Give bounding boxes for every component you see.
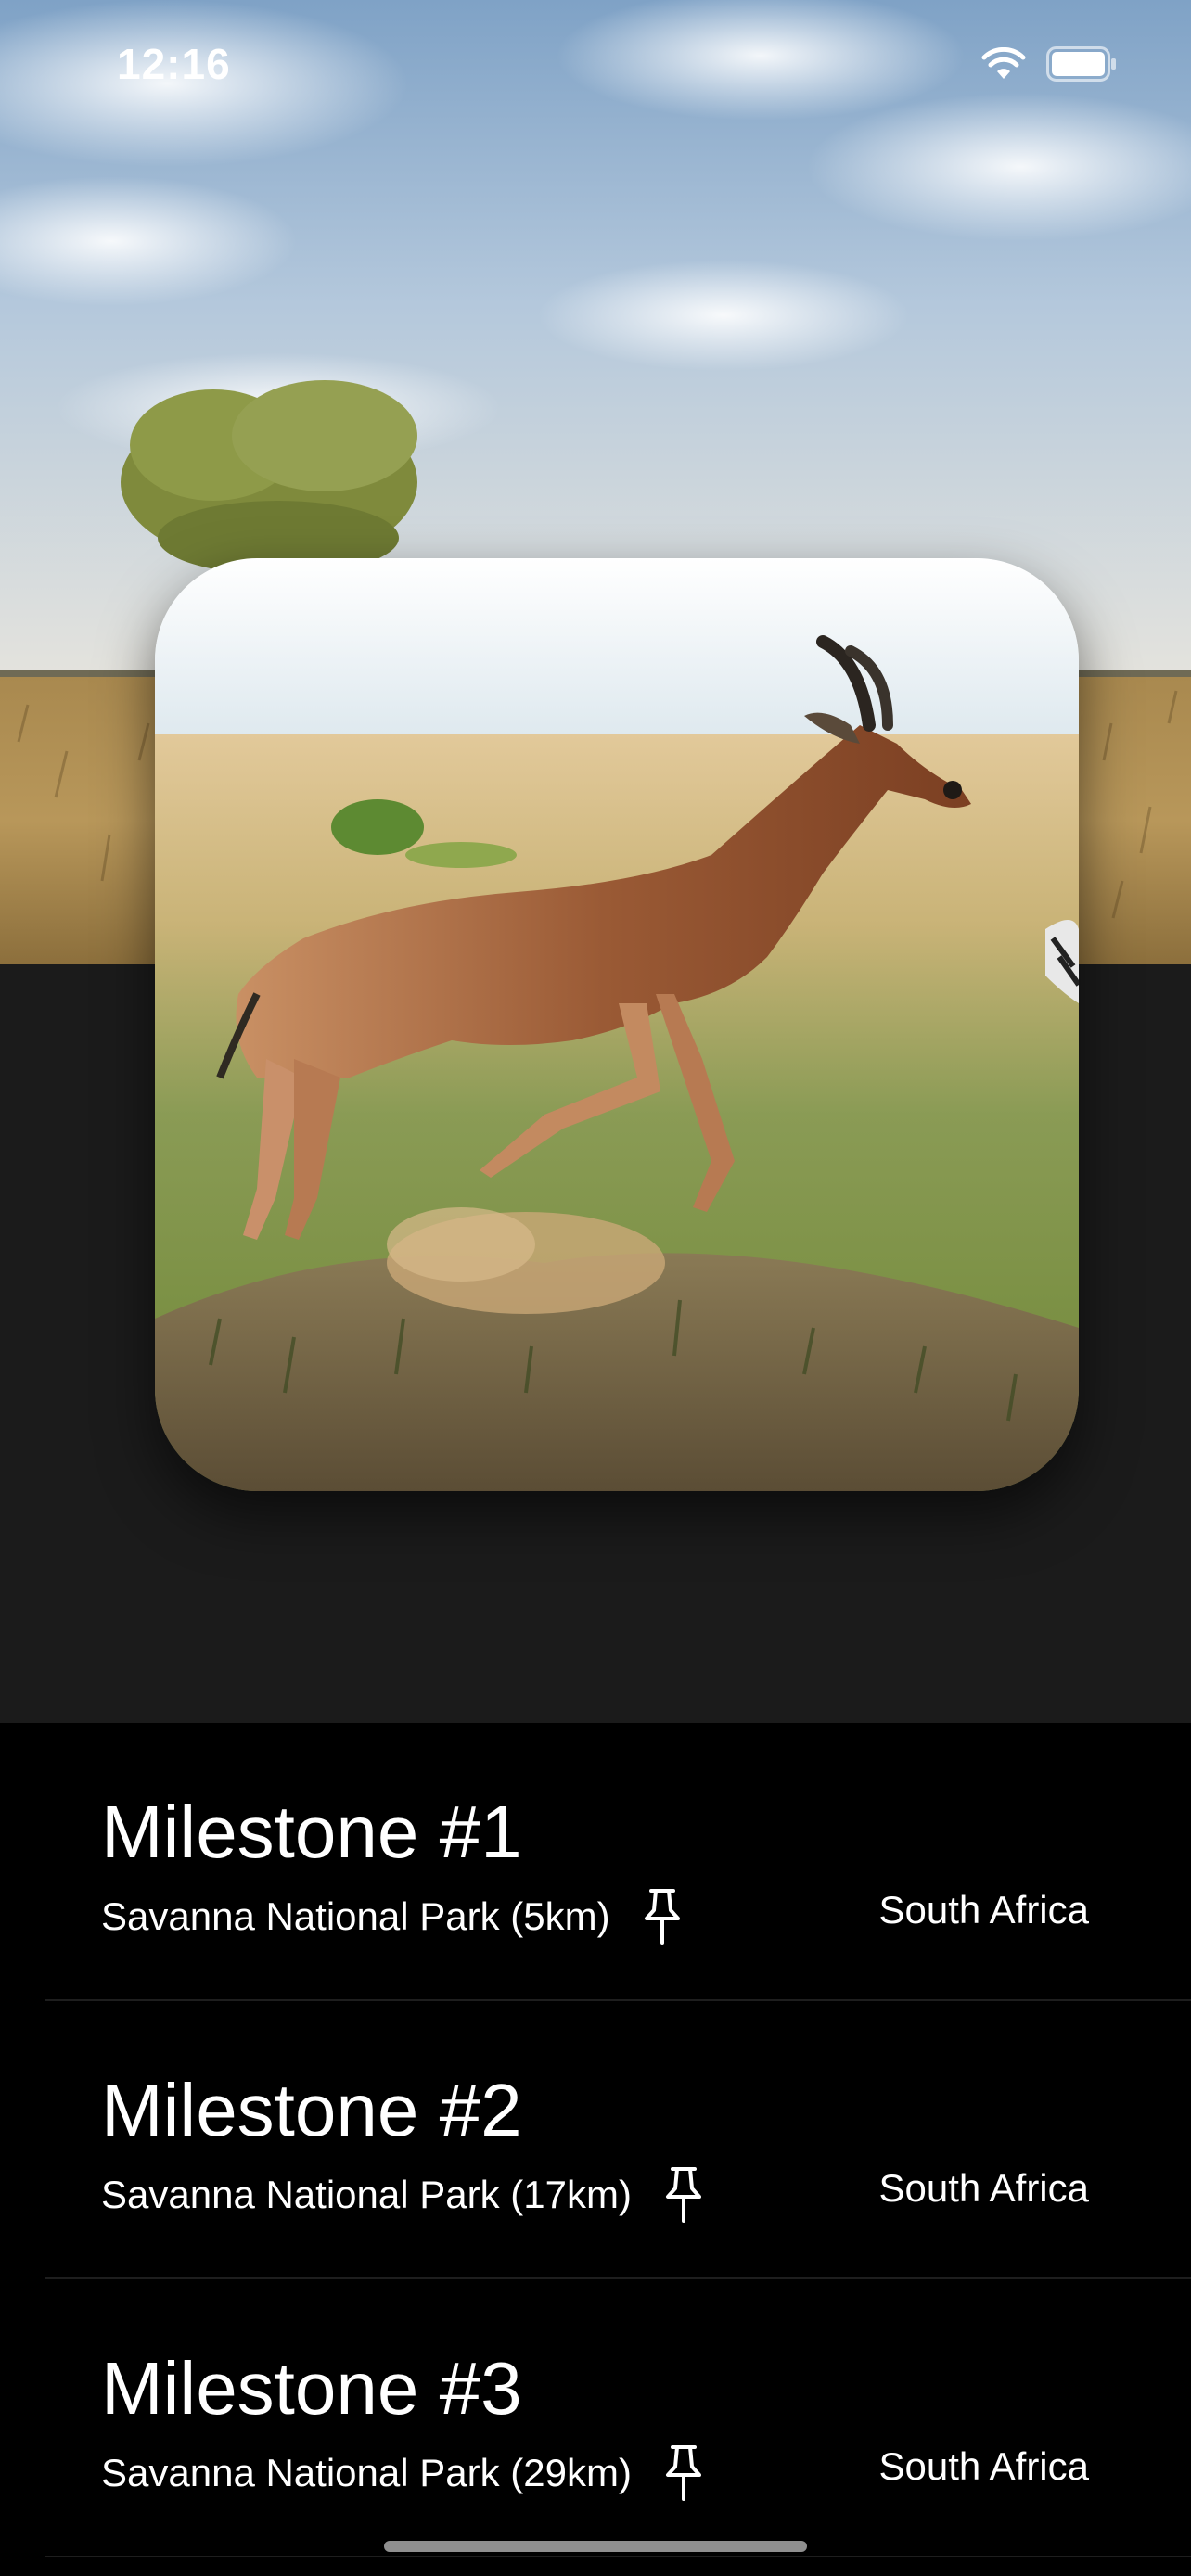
milestone-subtitle: Savanna National Park (29km) bbox=[101, 2444, 704, 2502]
milestone-country: South Africa bbox=[878, 2166, 1089, 2210]
home-indicator[interactable] bbox=[384, 2541, 807, 2552]
screen: 12:16 Milestone #1 Savanna National Park… bbox=[0, 0, 1191, 2576]
milestone-park: Savanna National Park (5km) bbox=[101, 1894, 610, 1938]
pin-icon bbox=[665, 2445, 701, 2501]
milestone-row[interactable]: Milestone #3 Savanna National Park (29km… bbox=[45, 2279, 1191, 2557]
milestone-list: Milestone #1 Savanna National Park (5km)… bbox=[0, 1723, 1191, 2557]
battery-icon bbox=[1046, 46, 1116, 82]
pin-icon bbox=[665, 2167, 701, 2223]
milestone-park: Savanna National Park (29km) bbox=[101, 2451, 632, 2494]
milestone-park: Savanna National Park (17km) bbox=[101, 2173, 632, 2216]
wifi-icon bbox=[981, 47, 1026, 79]
status-time: 12:16 bbox=[117, 40, 231, 88]
hero-card[interactable] bbox=[155, 558, 1079, 1491]
milestone-country: South Africa bbox=[878, 1888, 1089, 1932]
milestone-title: Milestone #3 bbox=[101, 2347, 522, 2429]
antelope-photo bbox=[155, 558, 1079, 1491]
milestone-title: Milestone #1 bbox=[101, 1791, 522, 1873]
status-icons bbox=[981, 46, 1117, 82]
milestone-country: South Africa bbox=[878, 2444, 1089, 2488]
milestone-title: Milestone #2 bbox=[101, 2069, 522, 2151]
milestone-subtitle: Savanna National Park (17km) bbox=[101, 2166, 704, 2224]
milestone-row[interactable]: Milestone #1 Savanna National Park (5km)… bbox=[45, 1723, 1191, 2001]
pin-icon bbox=[644, 1889, 680, 1945]
milestone-subtitle: Savanna National Park (5km) bbox=[101, 1888, 683, 1945]
milestone-row[interactable]: Milestone #2 Savanna National Park (17km… bbox=[45, 2001, 1191, 2279]
